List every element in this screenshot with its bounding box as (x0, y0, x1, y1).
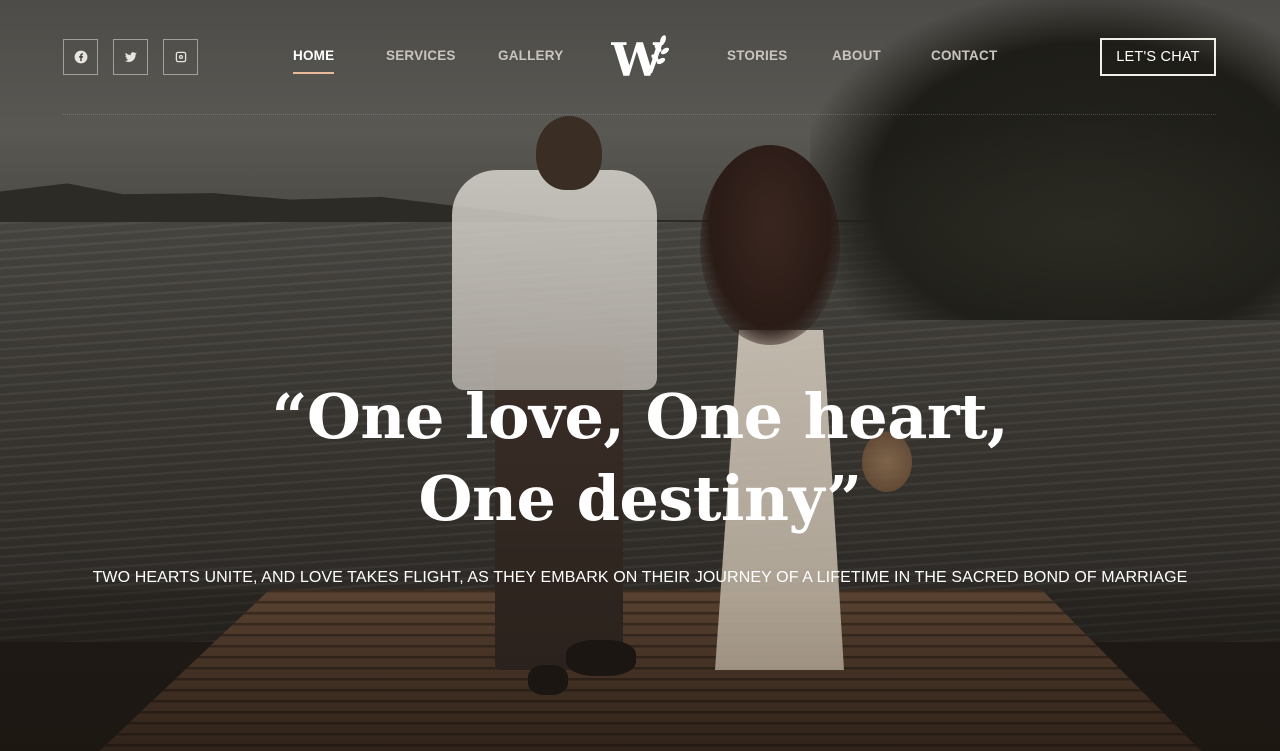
logo-mark: W (610, 33, 670, 87)
site-logo[interactable]: W (610, 33, 670, 87)
facebook-button[interactable] (63, 39, 98, 75)
headline-line-1: “One love, One heart, (271, 380, 1009, 453)
site-header: HOME SERVICES GALLERY W STORIES ABOUT CO… (0, 0, 1280, 115)
nav-services[interactable]: SERVICES (386, 48, 456, 63)
nav-about[interactable]: ABOUT (832, 48, 881, 63)
twitter-icon (124, 52, 137, 62)
hero-headline: “One love, One heart, One destiny” (0, 376, 1280, 540)
twitter-button[interactable] (113, 39, 148, 75)
social-links (63, 39, 198, 75)
background-shrubs (800, 120, 1280, 340)
groom-shoe (528, 665, 568, 695)
instagram-button[interactable] (163, 39, 198, 75)
hero-subtitle: TWO HEARTS UNITE, AND LOVE TAKES FLIGHT,… (92, 569, 1188, 586)
groom-figure-head (536, 116, 602, 190)
hero-section: HOME SERVICES GALLERY W STORIES ABOUT CO… (0, 0, 1280, 751)
nav-home[interactable]: HOME (293, 48, 335, 74)
groom-figure-shirt (452, 170, 657, 390)
groom-shoe (566, 640, 636, 676)
nav-stories[interactable]: STORIES (727, 48, 787, 63)
pier-shade (0, 590, 1280, 751)
headline-line-2: One destiny” (418, 462, 862, 535)
header-divider (63, 114, 1216, 115)
nav-contact[interactable]: CONTACT (931, 48, 997, 63)
nav-gallery[interactable]: GALLERY (498, 48, 563, 63)
facebook-icon (74, 50, 87, 64)
bride-figure-hair (700, 145, 840, 345)
instagram-icon (175, 51, 186, 63)
lets-chat-button[interactable]: LET'S CHAT (1100, 38, 1216, 76)
